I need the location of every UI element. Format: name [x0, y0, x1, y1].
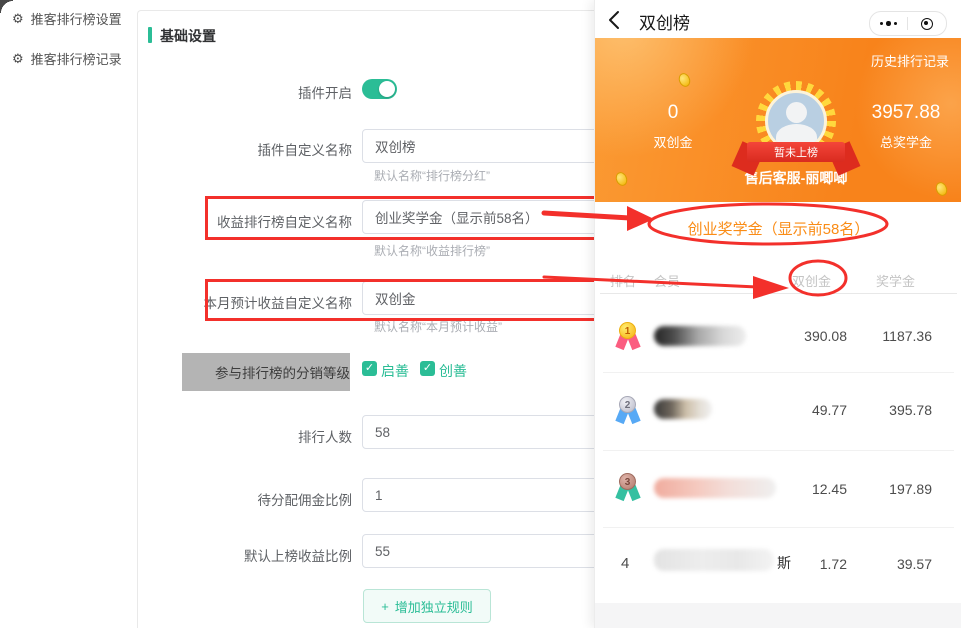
ranking-banner: 历史排行记录 0 双创金 3957.88 总奖学金 暂未上榜 售后客服-丽唧唧 [595, 38, 961, 202]
rank-count-label: 排行人数 [142, 426, 352, 446]
scholarship-cell: 395.78 [850, 402, 932, 418]
silver-medal-icon: 2 [616, 396, 640, 425]
phone-preview: 双创榜 历史排行记录 0 双创金 3957.88 总奖学金 暂未上榜 售后客服-… [594, 0, 961, 628]
sidebar-item-rank-settings[interactable]: ⚙ 推客排行榜设置 [12, 9, 122, 28]
dual-fund-cell: 12.45 [757, 481, 847, 497]
plugin-toggle-label: 插件开启 [142, 82, 352, 102]
distribution-levels-label: 参与排行榜的分销等级 [182, 353, 350, 391]
dual-fund-cell: 49.77 [757, 402, 847, 418]
plus-icon: + [381, 599, 389, 614]
sidebar-item-rank-records[interactable]: ⚙ 推客排行榜记录 [12, 49, 122, 68]
total-scholarship-label: 总奖学金 [861, 132, 951, 151]
exit-icon[interactable] [908, 12, 945, 35]
toggle-knob [379, 81, 395, 97]
masked-member-name [654, 549, 774, 571]
coin-icon [934, 180, 949, 197]
section-title: 基础设置 [160, 26, 216, 46]
scholarship-cell: 1187.36 [850, 328, 932, 344]
coin-icon [677, 71, 692, 88]
add-rule-button[interactable]: + 增加独立规则 [363, 589, 491, 623]
level-checkbox-qishan[interactable]: ✓ [362, 361, 377, 376]
more-icon[interactable] [870, 12, 907, 35]
plugin-name-label: 插件自定义名称 [142, 139, 352, 159]
not-ranked-badge: 暂未上榜 [747, 142, 845, 162]
scholarship-cell: 39.57 [850, 556, 932, 572]
col-header-scholarship: 奖学金 [839, 271, 915, 290]
col-header-member: 会员 [654, 271, 680, 290]
bronze-medal-icon: 3 [616, 473, 640, 502]
level-checkbox-chuangshan-label: 创善 [439, 361, 467, 381]
coin-icon [614, 170, 629, 187]
list-title: 创业奖学金（显示前58名） [595, 218, 961, 239]
section-accent-bar [148, 27, 152, 43]
header-divider [600, 293, 957, 294]
masked-member-name [654, 399, 712, 419]
back-icon[interactable] [608, 10, 620, 30]
gear-icon: ⚙ [12, 52, 24, 65]
dual-fund-value: 0 [641, 102, 705, 124]
page-title: 双创榜 [639, 9, 690, 34]
pending-commission-ratio-label: 待分配佣金比例 [142, 489, 352, 509]
row-divider [603, 450, 954, 451]
default-revenue-ratio-label: 默认上榜收益比例 [142, 545, 352, 565]
dual-fund-cell: 390.08 [757, 328, 847, 344]
revenue-rank-name-hint: 默认名称“收益排行榜” [374, 242, 490, 259]
row-divider [603, 527, 954, 528]
avatar-silhouette-head [786, 102, 807, 123]
rank-number: 4 [621, 555, 629, 572]
sidebar-item-label: 推客排行榜记录 [31, 49, 122, 68]
masked-member-name [654, 326, 746, 346]
wechat-capsule [869, 11, 947, 36]
level-checkbox-chuangshan[interactable]: ✓ [420, 361, 435, 376]
col-header-dual-fund: 双创金 [755, 271, 831, 290]
phone-footer [595, 603, 961, 628]
row-divider [603, 372, 954, 373]
annotation-box-month-revenue-name [205, 279, 611, 321]
add-rule-button-label: 增加独立规则 [395, 597, 473, 616]
col-header-rank: 排名 [610, 271, 636, 290]
level-checkbox-qishan-label: 启善 [381, 361, 409, 381]
total-scholarship-value: 3957.88 [861, 102, 951, 124]
dual-fund-label: 双创金 [641, 132, 705, 151]
service-name: 售后客服-丽唧唧 [696, 168, 896, 188]
scholarship-cell: 197.89 [850, 481, 932, 497]
page: ⚙ 推客排行榜设置 ⚙ 推客排行榜记录 基础设置 插件开启 插件自定义名称 默认… [0, 0, 961, 628]
sidebar-item-label: 推客排行榜设置 [31, 9, 122, 28]
plugin-name-hint: 默认名称“排行榜分红” [374, 167, 490, 184]
plugin-enabled-toggle[interactable] [362, 79, 397, 99]
dual-fund-cell: 1.72 [757, 556, 847, 572]
history-rank-link[interactable]: 历史排行记录 [871, 51, 949, 70]
gold-medal-icon: 1 [616, 322, 640, 351]
gear-icon: ⚙ [12, 12, 24, 25]
annotation-box-revenue-rank-name [205, 196, 611, 240]
